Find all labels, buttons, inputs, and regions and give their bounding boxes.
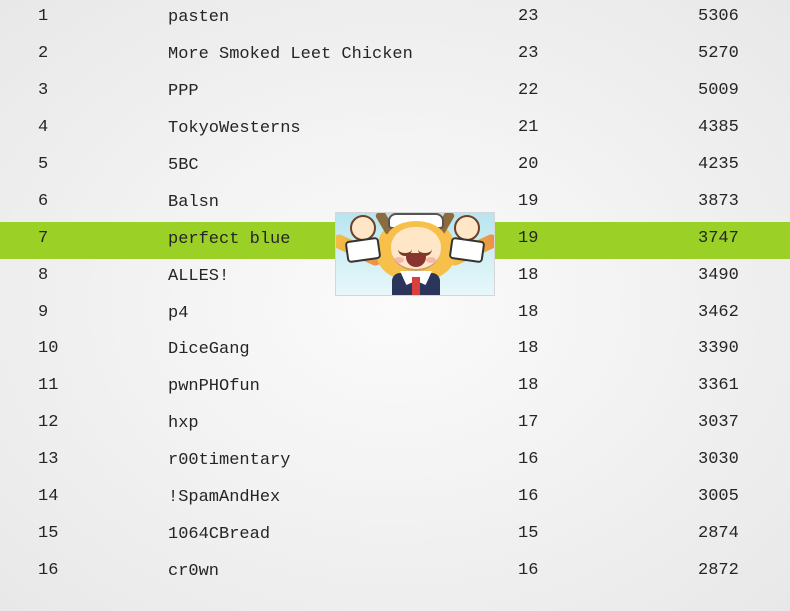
team-name-cell: cr0wn: [168, 561, 518, 584]
team-name-cell: !SpamAndHex: [168, 487, 518, 510]
score-cell: 3005: [698, 487, 752, 506]
score-cell: 2872: [698, 561, 752, 580]
score-cell: 3490: [698, 266, 752, 285]
solves-cell: 21: [518, 118, 698, 137]
team-name-cell: 1064CBread: [168, 524, 518, 547]
team-name-cell: TokyoWesterns: [168, 118, 518, 141]
table-row: 13r00timentary163030: [0, 443, 790, 480]
rank-cell: 9: [38, 303, 168, 322]
rank-cell: 13: [38, 450, 168, 469]
solves-cell: 19: [518, 192, 698, 211]
table-row: 3PPP225009: [0, 74, 790, 111]
rank-cell: 5: [38, 155, 168, 174]
score-cell: 3747: [698, 229, 752, 248]
table-row: 14!SpamAndHex163005: [0, 480, 790, 517]
solves-cell: 16: [518, 561, 698, 580]
solves-cell: 19: [518, 229, 698, 248]
solves-cell: 20: [518, 155, 698, 174]
rank-cell: 4: [38, 118, 168, 137]
rank-cell: 8: [38, 266, 168, 285]
solves-cell: 22: [518, 81, 698, 100]
score-cell: 3037: [698, 413, 752, 432]
team-name-cell: pwnPHOfun: [168, 376, 518, 399]
table-row: 151064CBread152874: [0, 517, 790, 554]
score-cell: 5009: [698, 81, 752, 100]
solves-cell: 17: [518, 413, 698, 432]
score-cell: 4235: [698, 155, 752, 174]
solves-cell: 18: [518, 376, 698, 395]
table-row: 16cr0wn162872: [0, 554, 790, 591]
rank-cell: 11: [38, 376, 168, 395]
team-name-cell: r00timentary: [168, 450, 518, 473]
score-cell: 3873: [698, 192, 752, 211]
team-name-cell: pasten: [168, 7, 518, 30]
rank-cell: 6: [38, 192, 168, 211]
table-row: 9p4183462: [0, 296, 790, 333]
solves-cell: 16: [518, 487, 698, 506]
table-row: 55BC204235: [0, 148, 790, 185]
score-cell: 3462: [698, 303, 752, 322]
table-row: 4TokyoWesterns214385: [0, 111, 790, 148]
solves-cell: 18: [518, 303, 698, 322]
rank-cell: 3: [38, 81, 168, 100]
score-cell: 5306: [698, 7, 752, 26]
team-name-cell: DiceGang: [168, 339, 518, 362]
score-cell: 4385: [698, 118, 752, 137]
score-cell: 2874: [698, 524, 752, 543]
solves-cell: 23: [518, 7, 698, 26]
team-name-cell: 5BC: [168, 155, 518, 178]
solves-cell: 16: [518, 450, 698, 469]
rank-cell: 12: [38, 413, 168, 432]
table-row: 10DiceGang183390: [0, 332, 790, 369]
table-row: 11pwnPHOfun183361: [0, 369, 790, 406]
team-name-cell: p4: [168, 303, 518, 326]
rank-cell: 10: [38, 339, 168, 358]
solves-cell: 18: [518, 339, 698, 358]
solves-cell: 18: [518, 266, 698, 285]
score-cell: 5270: [698, 44, 752, 63]
score-cell: 3361: [698, 376, 752, 395]
solves-cell: 15: [518, 524, 698, 543]
table-row: 12hxp173037: [0, 406, 790, 443]
rank-cell: 14: [38, 487, 168, 506]
solves-cell: 23: [518, 44, 698, 63]
team-name-cell: hxp: [168, 413, 518, 436]
rank-cell: 2: [38, 44, 168, 63]
rank-cell: 7: [38, 229, 168, 248]
rank-cell: 1: [38, 7, 168, 26]
team-name-cell: More Smoked Leet Chicken: [168, 44, 518, 67]
team-name-cell: PPP: [168, 81, 518, 104]
rank-cell: 15: [38, 524, 168, 543]
table-row: 1pasten235306: [0, 0, 790, 37]
table-row: 2More Smoked Leet Chicken235270: [0, 37, 790, 74]
rank-cell: 16: [38, 561, 168, 580]
score-cell: 3390: [698, 339, 752, 358]
score-cell: 3030: [698, 450, 752, 469]
anime-character-overlay: [335, 212, 495, 296]
